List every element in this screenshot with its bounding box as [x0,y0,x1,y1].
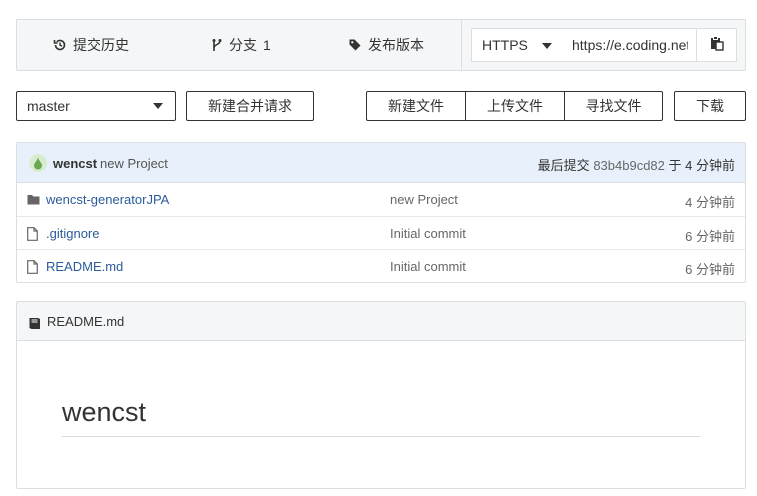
avatar[interactable] [29,154,47,172]
latest-commit-time: 4 分钟前 [685,158,735,173]
commit-author[interactable]: wencst [53,156,97,171]
copy-url-button[interactable] [696,28,737,62]
file-commit-time: 6 分钟前 [685,229,735,244]
file-commit-message[interactable]: Initial commit [390,226,466,241]
file-commit-message[interactable]: new Project [390,192,458,207]
tag-icon [348,38,362,52]
latest-commit-prefix: 最后提交 [537,158,590,173]
clipboard-icon [710,36,724,54]
protocol-value: HTTPS [482,37,528,53]
find-file-button[interactable]: 寻找文件 [564,91,663,121]
releases-link[interactable]: 发布版本 [348,20,424,70]
history-icon [53,38,67,52]
clone-url-group: HTTPS [461,20,746,70]
branches-count: 1 [263,37,271,53]
new-file-button[interactable]: 新建文件 [366,91,466,121]
chevron-down-icon [153,103,163,109]
branches-label: 分支 [229,37,257,53]
file-name-link[interactable]: .gitignore [46,226,99,241]
latest-commit-at: 于 [668,158,682,173]
branches-link[interactable]: 分支 1 [211,20,271,70]
clone-url-input[interactable] [562,28,697,62]
file-icon [27,260,38,277]
file-name-link[interactable]: wencst-generatorJPA [46,192,169,207]
chevron-down-icon [542,43,552,49]
table-row[interactable]: README.md Initial commit 6 分钟前 [17,249,745,282]
folder-icon [27,193,40,208]
branch-select-value: master [27,98,70,114]
file-commit-time: 6 分钟前 [685,262,735,277]
download-button[interactable]: 下载 [674,91,746,121]
latest-commit-info: 最后提交 83b4b9cd82 于 4 分钟前 [538,155,735,174]
commit-history-link[interactable]: 提交历史 [53,20,129,70]
upload-file-button[interactable]: 上传文件 [465,91,565,121]
readme-header: README.md [17,302,745,341]
file-commit-message[interactable]: Initial commit [390,259,466,274]
branch-select[interactable]: master [16,91,176,121]
table-row[interactable]: .gitignore Initial commit 6 分钟前 [17,216,745,249]
branch-icon [211,38,223,52]
latest-commit-header: wencst new Project 最后提交 83b4b9cd82 于 4 分… [17,143,745,183]
readme-filename: README.md [47,314,125,329]
new-merge-request-button[interactable]: 新建合并请求 [186,91,314,121]
book-icon [28,316,41,332]
repo-stats-bar: 提交历史 分支 1 发布版本 HTTPS [16,19,746,71]
protocol-select[interactable]: HTTPS [471,28,563,62]
file-name-link[interactable]: README.md [46,259,123,274]
table-row[interactable]: wencst-generatorJPA new Project 4 分钟前 [17,183,745,216]
readme-heading: wencst [62,397,700,437]
file-icon [27,227,38,244]
file-list: wencst new Project 最后提交 83b4b9cd82 于 4 分… [16,142,746,283]
file-commit-time: 4 分钟前 [685,195,735,210]
commit-history-label: 提交历史 [73,37,129,53]
readme-content: wencst [62,397,700,437]
releases-label: 发布版本 [368,37,424,53]
readme-panel: README.md wencst [16,301,746,489]
commit-hash[interactable]: 83b4b9cd82 [593,158,665,173]
commit-message[interactable]: new Project [100,156,168,171]
file-actions-group: 新建文件 上传文件 寻找文件 [366,91,663,121]
